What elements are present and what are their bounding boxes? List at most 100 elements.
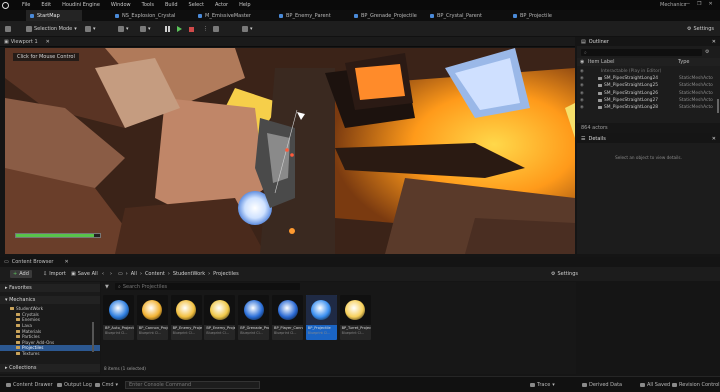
- eject-icon[interactable]: [213, 25, 219, 33]
- tab-bp-projectile[interactable]: BP_Projectile: [509, 10, 579, 21]
- stop-icon[interactable]: [189, 25, 194, 33]
- asset-tile[interactable]: BP_Cannon_ProjectileBlueprint Cl...: [136, 295, 168, 340]
- menu-select[interactable]: Select: [189, 2, 204, 8]
- menu-tools[interactable]: Tools: [142, 2, 154, 8]
- settings-button[interactable]: ⚙ Settings: [687, 25, 714, 33]
- close-icon[interactable]: ✕: [708, 1, 712, 7]
- outliner-row[interactable]: ◉ SM_PipesStraightLong24 StaticMeshActo: [577, 75, 720, 82]
- breadcrumb-studentwork[interactable]: StudentWork: [173, 271, 205, 277]
- cinematics-icon[interactable]: ▾: [140, 25, 151, 33]
- blueprints-icon[interactable]: ▾: [118, 25, 129, 33]
- folder-textures[interactable]: Textures: [0, 351, 100, 356]
- outliner-search-input[interactable]: ⌕: [581, 49, 702, 56]
- quick-add-icon[interactable]: ▾: [85, 25, 96, 33]
- outliner-row[interactable]: ◉ SM_PipesStraightLong28 StaticMeshActo: [577, 104, 720, 111]
- minimize-icon[interactable]: —: [685, 1, 690, 7]
- folder-materials[interactable]: Materials: [0, 328, 100, 334]
- folder-particles[interactable]: Particles: [0, 334, 100, 339]
- visibility-icon[interactable]: ◉: [580, 76, 584, 81]
- close-icon[interactable]: ✕: [712, 136, 716, 142]
- menu-actor[interactable]: Actor: [215, 2, 228, 8]
- asset-tile[interactable]: BP_Grenade_ProjectileBlueprint Cl...: [238, 295, 270, 340]
- derived-data-button[interactable]: Derived Data: [582, 381, 622, 389]
- folder-crystals[interactable]: Crystals: [0, 312, 100, 317]
- tab-startmap[interactable]: StartMap: [26, 10, 82, 21]
- cb-settings-button[interactable]: ⚙ Settings: [548, 270, 581, 278]
- menu-build[interactable]: Build: [165, 2, 178, 8]
- visibility-icon[interactable]: ◉: [580, 98, 584, 103]
- save-icon[interactable]: [5, 25, 11, 33]
- menu-help[interactable]: Help: [239, 2, 250, 8]
- filter-icon[interactable]: ▼: [105, 284, 110, 290]
- collections-section[interactable]: ▸ Collections: [0, 364, 100, 372]
- outliner-row[interactable]: ◉ SM_PipesStraightLong26 StaticMeshActo: [577, 90, 720, 97]
- outliner-row[interactable]: ◉ Interactable (Play in Editor): [577, 68, 720, 75]
- outliner-col-type[interactable]: Type: [678, 59, 689, 65]
- outliner-col-label[interactable]: Item Label: [588, 59, 614, 65]
- outliner-row-type: StaticMeshActo: [679, 76, 713, 82]
- asset-tile[interactable]: BP_Enemy_ProjectileBlueprint Cl...: [170, 295, 202, 340]
- visibility-icon[interactable]: ◉: [580, 69, 584, 74]
- save-all-button[interactable]: ▣ Save All: [68, 270, 101, 278]
- close-icon[interactable]: ✕: [712, 39, 716, 45]
- play-icon[interactable]: [177, 25, 182, 33]
- favorites-section[interactable]: ▸ Favorites: [0, 284, 100, 292]
- mechanics-section[interactable]: ▾ Mechanics: [0, 296, 100, 304]
- visibility-icon[interactable]: ◉: [580, 105, 584, 110]
- folder-player-add-ons[interactable]: Player Add-Ons: [0, 340, 100, 345]
- revision-control-icon: [672, 383, 677, 387]
- asset-tile[interactable]: BP_Enemy_ProjectileBlueprint Cl...: [204, 295, 236, 340]
- asset-tile[interactable]: BP_Projectile Blueprint Cl...: [305, 295, 337, 340]
- folder-studentwork[interactable]: StudentWork: [0, 306, 100, 311]
- folder-enemies[interactable]: Enemies: [0, 317, 100, 322]
- pause-icon[interactable]: [165, 25, 170, 33]
- trace-button[interactable]: Trace ▾: [530, 381, 555, 389]
- outliner-row[interactable]: ◉ SM_PipesStraightLong25 StaticMeshActo: [577, 82, 720, 89]
- tab-bp-enemy-parent[interactable]: BP_Enemy_Parent: [275, 10, 349, 21]
- maximize-icon[interactable]: ❐: [697, 1, 701, 7]
- menu-edit[interactable]: Edit: [41, 2, 51, 8]
- breadcrumb-content[interactable]: Content: [145, 271, 165, 277]
- visibility-icon[interactable]: ◉: [580, 91, 584, 96]
- close-icon[interactable]: ✕: [46, 39, 50, 45]
- visibility-icon[interactable]: ◉: [580, 59, 584, 65]
- tree-scrollbar[interactable]: [92, 322, 94, 352]
- outliner-scrollbar[interactable]: [717, 99, 719, 113]
- asset-tile[interactable]: BP_Auto_ProjectileBlueprint Cl...: [103, 295, 134, 340]
- unreal-logo-icon[interactable]: [0, 0, 10, 10]
- content-drawer-button[interactable]: Content Drawer: [6, 381, 53, 389]
- folder-projectiles[interactable]: Projectiles: [0, 345, 100, 351]
- forward-icon[interactable]: ›: [107, 270, 115, 278]
- back-icon[interactable]: ‹: [99, 270, 107, 278]
- all-saved-button[interactable]: All Saved: [640, 381, 670, 389]
- play-options-icon[interactable]: ⋮: [203, 25, 208, 33]
- menu-houdini-engine[interactable]: Houdini Engine: [62, 2, 100, 8]
- breadcrumb-all[interactable]: All: [131, 271, 137, 277]
- tab-bp-crystal-parent[interactable]: BP_Crystal_Parent: [426, 10, 506, 21]
- folder-lava[interactable]: Lava: [0, 323, 100, 328]
- platforms-icon[interactable]: ▾: [242, 25, 253, 33]
- output-log-button[interactable]: Output Log: [57, 381, 92, 389]
- revision-control-button[interactable]: Revision Control: [672, 381, 720, 389]
- visibility-icon[interactable]: ◉: [580, 83, 584, 88]
- tab-content-browser[interactable]: ▭ Content Browser ✕: [4, 259, 69, 265]
- add-button[interactable]: + Add: [10, 270, 32, 278]
- cmd-dropdown[interactable]: Cmd ▾: [95, 381, 118, 389]
- level-viewport[interactable]: Click for Mouse Control: [5, 48, 575, 254]
- close-icon[interactable]: ✕: [64, 259, 68, 265]
- selection-mode-dropdown[interactable]: Selection Mode ▾: [26, 25, 77, 33]
- asset-tile[interactable]: BP_Player_CannonBlueprint Cl...: [272, 295, 303, 340]
- tab-ns-explosion-crystal[interactable]: NS_Explosion_Crystal: [111, 10, 193, 21]
- outliner-row[interactable]: ◉ SM_PipesStraightLong27 StaticMeshActo: [577, 97, 720, 104]
- mouse-control-hint[interactable]: Click for Mouse Control: [13, 53, 79, 61]
- tab-viewport-1[interactable]: ▣ Viewport 1 ✕: [4, 39, 50, 45]
- console-input[interactable]: Enter Console Command: [125, 381, 260, 389]
- asset-tile[interactable]: BP_Turret_ProjectileBlueprint Cl...: [339, 295, 371, 340]
- tab-m-emissivemaster[interactable]: M_EmissiveMaster: [194, 10, 274, 21]
- outliner-settings-icon[interactable]: ⚙: [705, 49, 709, 55]
- asset-search-input[interactable]: ⌕ Search Projectiles: [115, 283, 300, 290]
- breadcrumb-projectiles[interactable]: Projectiles: [213, 271, 239, 277]
- menu-file[interactable]: File: [22, 2, 30, 8]
- menu-window[interactable]: Window: [111, 2, 131, 8]
- import-button[interactable]: ⇩ Import: [40, 270, 69, 278]
